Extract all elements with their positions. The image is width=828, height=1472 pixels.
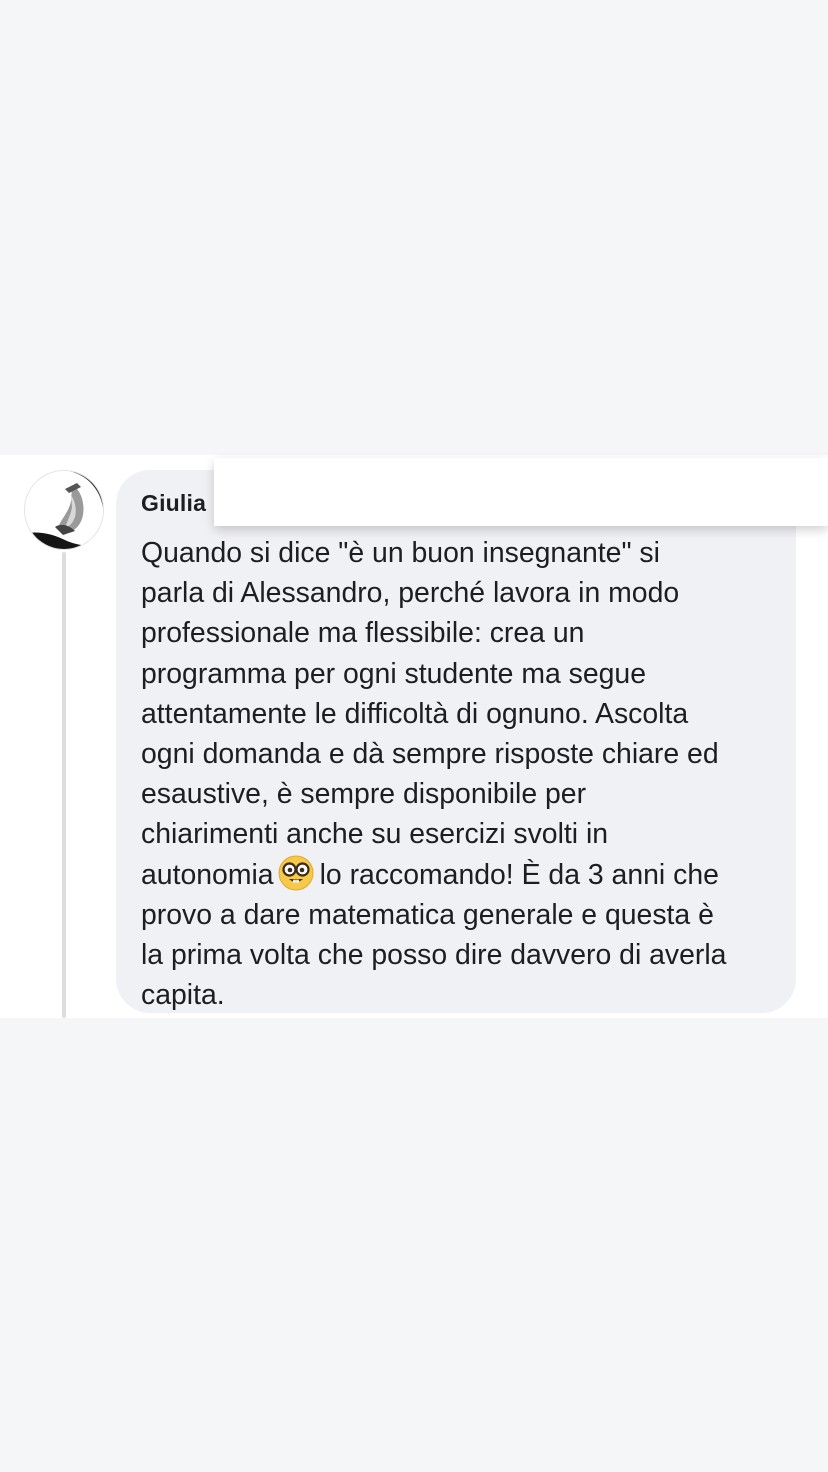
comment-line: programma per ogni studente ma segue	[141, 657, 647, 690]
comment-line: attentamente le difficoltà di ognuno. As…	[141, 697, 689, 730]
comment-line: ogni domanda e dà sempre risposte chiare…	[141, 738, 719, 771]
comment-author[interactable]: Giulia	[141, 488, 206, 518]
thread-line	[62, 552, 66, 1018]
comment-line-with-emoji: autonomia lo raccomando! È da 3 anni che	[141, 855, 772, 895]
comment-line: professionale ma flessibile: crea un	[141, 617, 585, 650]
comment-line: chiarimenti anche su esercizi svolti in	[141, 818, 609, 851]
comment-line: Quando si dice "è un buon insegnante" si	[141, 537, 660, 569]
comment-bubble[interactable]: Giulia Quando si dice "è un buon insegna…	[116, 470, 796, 1013]
nerd-face-emoji-icon	[278, 855, 314, 891]
avatar[interactable]	[24, 470, 104, 550]
comment-line: parla di Alessandro, perché lavora in mo…	[141, 577, 680, 610]
comment-line: capita.	[141, 979, 225, 1012]
comment-line: esaustive, è sempre disponibile per	[141, 778, 587, 811]
comment-line-end: lo raccomando! È da 3 anni che	[319, 858, 719, 891]
comment-line: provo a dare matematica generale e quest…	[141, 898, 714, 931]
overlay-sheet	[214, 458, 828, 526]
comment-line: la prima volta che posso dire davvero di…	[141, 939, 727, 972]
comment-line-start: autonomia	[141, 858, 274, 891]
screenshot-page: Giulia Quando si dice "è un buon insegna…	[0, 0, 828, 1472]
comment-text: Quando si dice "è un buon insegnante" si…	[141, 533, 772, 1015]
avatar-photo-icon	[25, 471, 103, 549]
